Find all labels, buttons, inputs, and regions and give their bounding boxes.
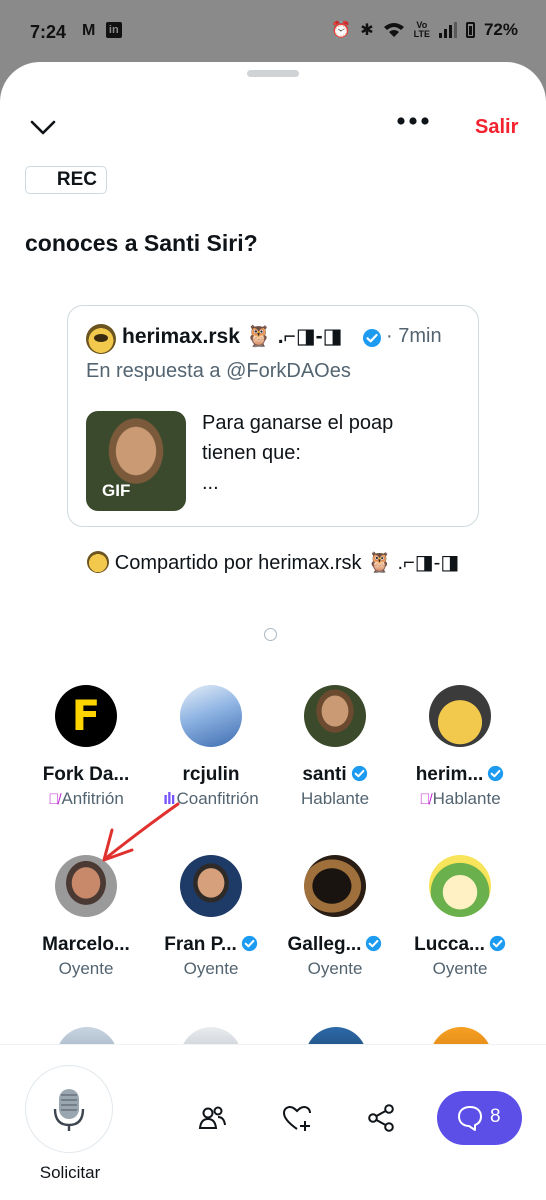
more-options-icon[interactable] <box>396 116 430 126</box>
battery-icon <box>465 22 475 38</box>
microphone-icon <box>53 1089 85 1131</box>
participant-name: rcjulin <box>182 764 240 785</box>
heart-plus-icon[interactable] <box>281 1102 313 1134</box>
system-icons: ⏰ ✱ Vo LTE 72% <box>331 20 518 40</box>
avatar[interactable] <box>429 855 491 917</box>
participant-role: Oyente <box>58 959 114 978</box>
status-time: 7:24 <box>30 22 67 42</box>
avatar[interactable] <box>304 685 366 747</box>
tweet-time: · 7min <box>386 325 442 347</box>
participant-role: Hablante <box>300 789 370 808</box>
participant-name: Fran P... <box>141 933 281 957</box>
chevron-down-icon[interactable] <box>28 112 58 142</box>
recording-badge: REC <box>25 166 107 194</box>
participant-tile[interactable]: herim... 🎙̸ Hablante <box>390 685 530 809</box>
request-label: Solicitar <box>39 1163 101 1182</box>
request-mic-button[interactable] <box>25 1065 113 1153</box>
verified-badge-icon <box>366 935 382 952</box>
participant-role: Oyente <box>432 959 488 978</box>
chat-count: 8 <box>490 1106 501 1127</box>
tweet-author-avatar[interactable] <box>86 324 116 354</box>
mic-muted-icon: 🎙̸ <box>48 791 60 808</box>
avatar[interactable] <box>180 855 242 917</box>
participant-tile[interactable]: Lucca... Oyente <box>390 855 530 979</box>
participant-name: Lucca... <box>390 933 530 957</box>
alarm-icon: ⏰ <box>331 22 352 39</box>
space-title: conoces a Santi Siri? <box>25 230 258 256</box>
people-icon[interactable] <box>196 1102 228 1134</box>
verified-badge-icon <box>488 765 504 782</box>
space-sheet: Salir REC conoces a Santi Siri? herimax.… <box>0 62 546 1200</box>
tweet-author-name: herimax.rsk 🦉 .⌐◨-◨ <box>122 325 343 348</box>
leave-button[interactable]: Salir <box>475 116 518 139</box>
participant-name: Fork Da... <box>42 764 130 785</box>
notification-icons: M in <box>82 22 122 40</box>
wifi-icon <box>383 23 404 37</box>
participant-tile[interactable]: Fran P... Oyente <box>141 855 281 979</box>
verified-badge-icon <box>363 329 381 347</box>
bluetooth-icon: ✱ <box>360 22 374 39</box>
pinned-tweet-card[interactable]: herimax.rsk 🦉 .⌐◨-◨ · 7min En respuesta … <box>67 305 479 527</box>
tweet-reply-to: En respuesta a @ForkDAOes <box>86 360 351 382</box>
tweet-gif-thumbnail[interactable]: GIF <box>86 411 186 511</box>
volte-icon: Vo LTE <box>413 20 430 39</box>
shared-by-text: Compartido por herimax.rsk 🦉 .⌐◨-◨ <box>114 552 460 574</box>
participant-role: 🎙̸ Hablante <box>419 789 501 808</box>
mic-muted-icon: 🎙̸ <box>419 791 431 808</box>
participant-tile[interactable]: Galleg... Oyente <box>265 855 405 979</box>
page-indicator-dot <box>264 628 277 641</box>
participant-name: Galleg... <box>265 933 405 957</box>
participant-role: Oyente <box>183 959 239 978</box>
participant-tile[interactable]: rcjulin ılı Coanfitrión <box>141 685 281 809</box>
participant-tile[interactable]: santi Hablante <box>265 685 405 809</box>
gif-label: GIF <box>102 481 131 500</box>
verified-badge-icon <box>241 935 257 952</box>
participant-role: Oyente <box>307 959 363 978</box>
verified-badge-icon <box>489 935 506 952</box>
sharer-avatar <box>86 551 109 573</box>
signal-icon <box>438 22 457 38</box>
linkedin-icon: in <box>105 22 122 38</box>
bottom-bar: Solicitar 8 <box>0 1044 546 1200</box>
share-icon[interactable] <box>365 1102 397 1134</box>
chat-button[interactable]: 8 <box>437 1091 522 1145</box>
participant-tile[interactable]: Marcelo... Oyente <box>16 855 156 979</box>
participant-tile[interactable]: Fork Da... 🎙̸Anfitrión <box>16 685 156 809</box>
drag-handle[interactable] <box>247 70 299 77</box>
participant-name: santi <box>265 763 405 787</box>
participant-name: herim... <box>390 763 530 787</box>
chat-bubble-icon <box>458 1106 482 1131</box>
battery-percent: 72% <box>483 20 518 39</box>
participant-name: Marcelo... <box>42 934 130 955</box>
avatar[interactable] <box>180 685 242 747</box>
shared-by-line: Compartido por herimax.rsk 🦉 .⌐◨-◨ <box>0 550 546 575</box>
status-bar: 7:24 M in ⏰ ✱ Vo LTE 72% <box>0 0 546 62</box>
avatar[interactable] <box>429 685 491 747</box>
gmail-icon: M <box>82 22 96 39</box>
tweet-text: Para ganarse el poap tienen que: ... <box>202 412 394 494</box>
verified-badge-icon <box>351 765 367 782</box>
annotation-arrow <box>102 802 180 862</box>
avatar[interactable] <box>304 855 366 917</box>
avatar[interactable] <box>55 685 117 747</box>
